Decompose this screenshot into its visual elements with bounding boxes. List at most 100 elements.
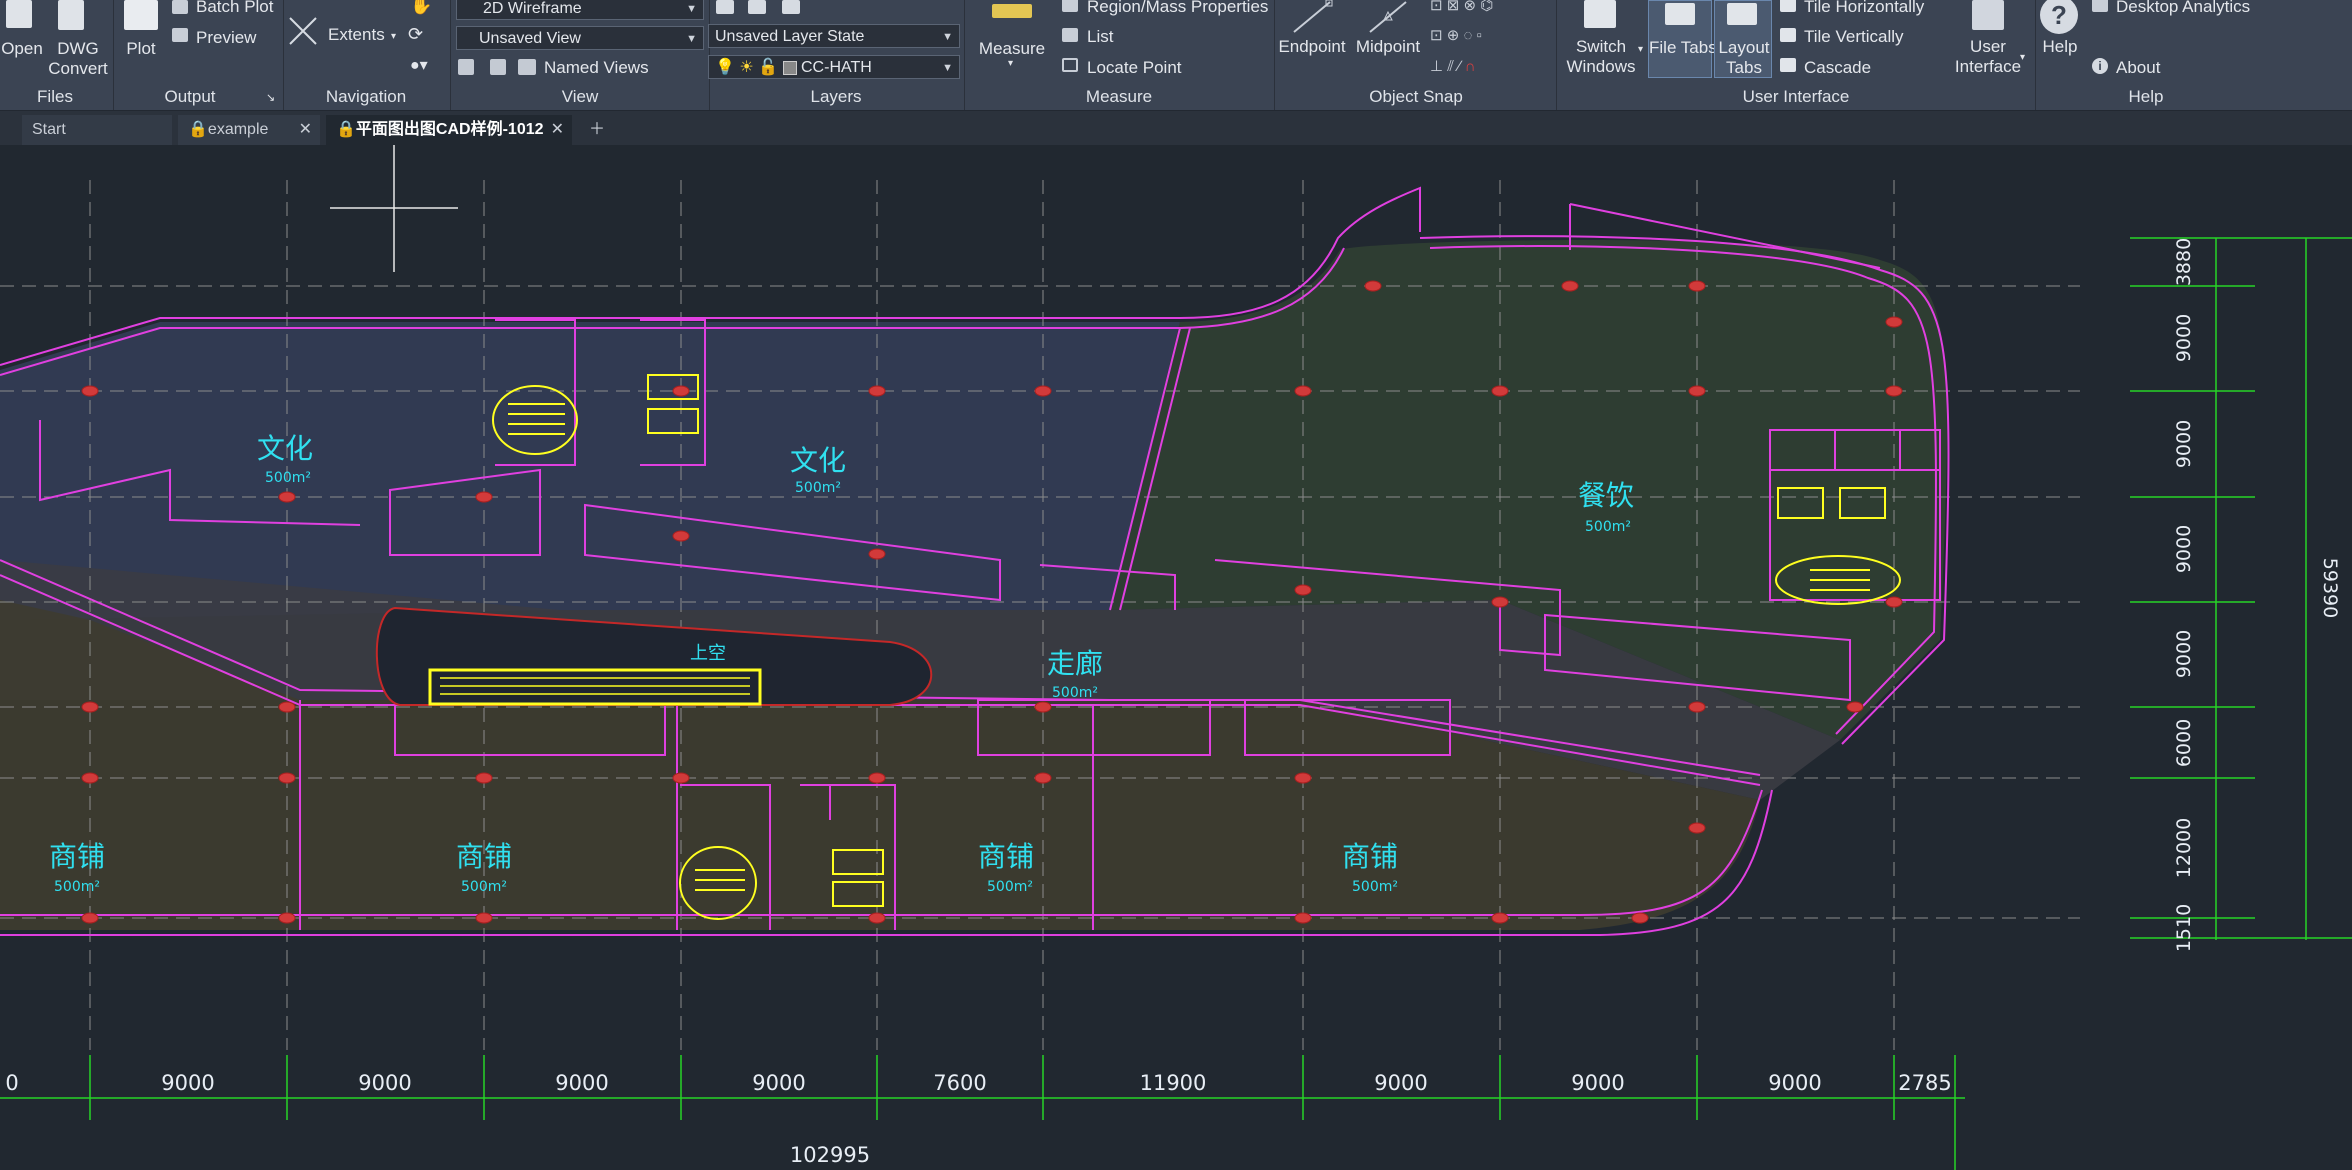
view-cube-icon[interactable] xyxy=(458,59,474,75)
tile-horizontally-icon[interactable] xyxy=(1780,0,1796,12)
extents-button[interactable]: Extents xyxy=(328,25,385,45)
help-button[interactable]: Help xyxy=(2034,37,2086,57)
named-views-button[interactable]: Named Views xyxy=(544,58,649,78)
view-value: Unsaved View xyxy=(479,30,581,47)
orbit-icon[interactable]: ⟳ xyxy=(408,24,423,44)
snap-quadrant-icon[interactable]: ⊡ ⊕ ◌ ▫ xyxy=(1430,26,1482,46)
drawing-canvas[interactable]: 上空 文化 500m² 文化 500m² 餐饮 500m² 走廊 500m² 商… xyxy=(0,145,2352,1170)
endpoint-icon[interactable] xyxy=(1290,0,1334,34)
chevron-down-icon: ▼ xyxy=(686,33,697,45)
extents-icon[interactable] xyxy=(286,14,320,48)
endpoint-button[interactable]: Endpoint xyxy=(1276,37,1348,57)
locate-point-button[interactable]: Locate Point xyxy=(1087,58,1182,78)
tab-label: example xyxy=(207,121,269,138)
view-dropdown[interactable]: Unsaved View ▼ xyxy=(456,26,704,50)
desktop-analytics-icon[interactable] xyxy=(2092,0,2108,12)
room-area: 500m² xyxy=(1352,879,1398,895)
cascade-icon[interactable] xyxy=(1780,58,1796,72)
named-views-icon[interactable] xyxy=(518,59,536,75)
switch-windows-dropdown-icon[interactable]: ▾ xyxy=(1638,40,1643,60)
tile-vertically-button[interactable]: Tile Vertically xyxy=(1804,27,1904,47)
snap-center-icon[interactable]: ⊡ ⊠ ⊗ ⌬ xyxy=(1430,0,1493,16)
tile-vertically-icon[interactable] xyxy=(1780,28,1796,42)
file-tab-bar: Start 🔒example ✕ 🔒平面图出图CAD样例-1012 ✕ ＋ xyxy=(0,111,2352,145)
chevron-down-icon: ▼ xyxy=(942,31,953,43)
user-interface-icon[interactable] xyxy=(1972,0,2004,30)
batch-plot-button[interactable]: Batch Plot xyxy=(196,0,274,17)
list-icon[interactable] xyxy=(1062,28,1078,42)
total-dimension-text: 59390 xyxy=(2319,558,2341,618)
room-area: 500m² xyxy=(54,879,100,895)
region-mass-icon[interactable] xyxy=(1062,0,1078,12)
list-button[interactable]: List xyxy=(1087,27,1113,47)
tab-example[interactable]: 🔒example ✕ xyxy=(178,115,320,145)
room-name: 走廊 xyxy=(1047,647,1103,680)
room-name: 商铺 xyxy=(456,840,512,873)
visual-style-dropdown[interactable]: 2D Wireframe ▼ xyxy=(456,0,704,20)
dimension-text: 9000 xyxy=(2173,525,2195,573)
layout-tabs-icon xyxy=(1727,3,1757,25)
midpoint-icon[interactable] xyxy=(1366,0,1410,34)
new-tab-button[interactable]: ＋ xyxy=(582,115,612,145)
color-swatch-icon xyxy=(782,60,797,75)
open-icon[interactable] xyxy=(6,0,32,28)
room-area: 500m² xyxy=(987,879,1033,895)
user-interface-group-label: User Interface xyxy=(1742,87,1850,106)
tab-start[interactable]: Start xyxy=(22,115,172,145)
extents-dropdown-icon[interactable]: ▾ xyxy=(391,27,396,47)
preview-button[interactable]: Preview xyxy=(196,28,256,48)
midpoint-button[interactable]: Midpoint xyxy=(1350,37,1426,57)
chevron-down-icon: ▼ xyxy=(942,62,953,74)
dimension-text: 1510 xyxy=(2173,904,2195,952)
user-interface-button[interactable]: User Interface xyxy=(1946,37,2030,77)
room-name: 文化 xyxy=(257,432,313,465)
layer-properties-icon[interactable] xyxy=(716,0,734,14)
switch-windows-button[interactable]: Switch Windows xyxy=(1560,37,1642,77)
view-3d-icon[interactable] xyxy=(490,59,506,75)
cascade-button[interactable]: Cascade xyxy=(1804,58,1871,78)
user-interface-dropdown-icon[interactable]: ▾ xyxy=(2020,48,2025,68)
room-name: 文化 xyxy=(790,444,846,477)
switch-windows-icon[interactable] xyxy=(1584,0,1616,28)
snap-tangent-icon[interactable]: ⊥ ⫽ ∕ ∩ xyxy=(1430,57,1476,77)
open-button[interactable]: Open xyxy=(0,39,44,59)
batch-plot-icon[interactable] xyxy=(172,0,188,14)
showmotion-icon[interactable]: ●▾ xyxy=(410,56,428,76)
preview-icon[interactable] xyxy=(172,28,188,42)
close-icon[interactable]: ✕ xyxy=(299,115,312,145)
plot-icon[interactable] xyxy=(124,0,158,30)
close-icon[interactable]: ✕ xyxy=(551,115,564,145)
info-icon[interactable]: i xyxy=(2092,58,2108,74)
object-snap-group-label: Object Snap xyxy=(1369,87,1463,106)
pan-icon[interactable]: ✋ xyxy=(410,0,432,15)
measure-group-label: Measure xyxy=(1085,87,1153,106)
snap-magnet-icon[interactable]: ∩ xyxy=(1465,58,1476,75)
help-group-label: Help xyxy=(2128,87,2164,106)
dimension-text: 6000 xyxy=(2173,719,2195,767)
help-icon[interactable]: ? xyxy=(2040,0,2078,34)
dimension-text: 9000 xyxy=(555,1071,608,1095)
measure-dropdown-icon[interactable]: ▾ xyxy=(1008,54,1013,74)
about-button[interactable]: About xyxy=(2116,58,2160,78)
dwg-convert-icon[interactable] xyxy=(58,0,84,30)
layer-dropdown[interactable]: 💡 ☀ 🔓 CC-HATH ▼ xyxy=(708,55,960,79)
dwg-convert-button[interactable]: DWG Convert xyxy=(46,39,110,79)
output-group-label: Output xyxy=(164,87,216,106)
room-name: 商铺 xyxy=(49,840,105,873)
lock-icon: 🔒 xyxy=(188,121,208,138)
file-tabs-button[interactable]: File Tabs xyxy=(1648,0,1717,78)
layer-walk-icon[interactable] xyxy=(782,0,800,14)
layer-state-dropdown[interactable]: Unsaved Layer State ▼ xyxy=(708,24,960,48)
lock-icon: 🔓 xyxy=(758,59,779,76)
tab-active-drawing[interactable]: 🔒平面图出图CAD样例-1012 ✕ xyxy=(326,115,572,145)
tile-horizontally-button[interactable]: Tile Horizontally xyxy=(1804,0,1924,17)
ruler-icon[interactable] xyxy=(992,4,1032,18)
room-name: 餐饮 xyxy=(1578,479,1634,512)
output-expand-icon[interactable]: ↘ xyxy=(266,88,275,108)
region-mass-button[interactable]: Region/Mass Properties xyxy=(1087,0,1268,17)
layer-iso-icon[interactable] xyxy=(748,0,766,14)
desktop-analytics-button[interactable]: Desktop Analytics xyxy=(2116,0,2250,17)
plot-button[interactable]: Plot xyxy=(118,39,164,59)
layout-tabs-button[interactable]: Layout Tabs xyxy=(1714,0,1772,78)
locate-point-icon[interactable] xyxy=(1062,58,1078,72)
